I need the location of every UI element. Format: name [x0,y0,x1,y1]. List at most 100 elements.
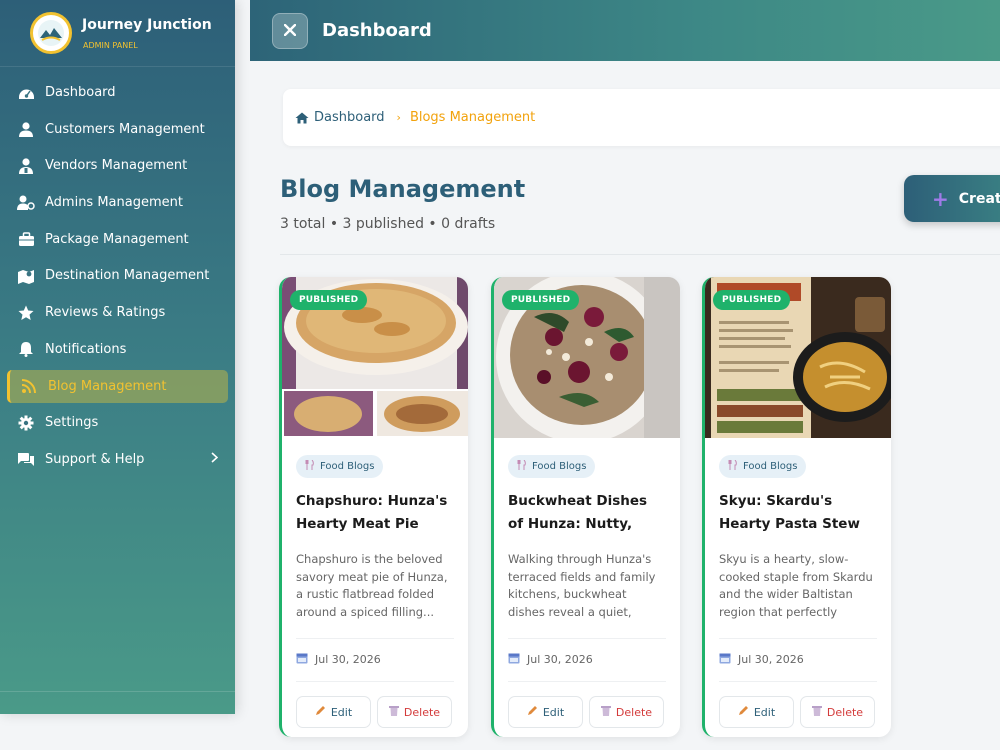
blog-date-label: Jul 30, 2026 [738,653,804,666]
pencil-icon [738,705,749,719]
category-tag[interactable]: Food Blogs [508,455,596,478]
chevron-right-icon [211,452,219,467]
sidebar-item-blog[interactable]: Blog Management [7,369,228,403]
breadcrumb-home-label: Dashboard [314,110,385,125]
admin-icon [16,194,36,212]
sidebar-item-support[interactable]: Support & Help [7,443,228,476]
edit-button[interactable]: Edit [508,696,583,728]
home-icon [295,112,309,124]
delete-label: Delete [403,705,441,719]
star-icon [16,304,36,322]
blog-date: Jul 30, 2026 [508,652,666,667]
brand-subtitle: ADMIN PANEL [83,40,138,50]
sidebar-item-label: Vendors Management [45,158,188,174]
trash-icon [811,705,822,719]
top-header: Dashboard [250,0,1000,61]
vendor-icon [16,157,36,175]
blog-title[interactable]: Skyu: Skardu's Hearty Pasta Stew [719,490,877,536]
sidebar-item-packages[interactable]: Package Management [7,223,228,256]
category-tag[interactable]: Food Blogs [296,455,384,478]
breadcrumb-home[interactable]: Dashboard [295,110,385,125]
delete-button[interactable]: Delete [800,696,875,728]
sidebar-item-customers[interactable]: Customers Management [7,113,228,146]
blog-date: Jul 30, 2026 [296,652,454,667]
edit-button[interactable]: Edit [719,696,794,728]
sidebar-item-label: Reviews & Ratings [45,305,166,321]
blog-date-label: Jul 30, 2026 [527,653,593,666]
pencil-icon [315,705,326,719]
card-divider [508,638,666,639]
sidebar-item-label: Support & Help [45,451,145,467]
section-divider [280,254,1000,255]
card-divider [719,638,877,639]
blog-card[interactable]: PUBLISHED Food Blogs Chapshuro: Hunza's … [279,277,468,737]
bell-icon [16,340,36,358]
sidebar-item-vendors[interactable]: Vendors Management [7,149,228,182]
map-icon [16,267,36,285]
breadcrumb: Dashboard › Blogs Management [283,89,1000,146]
blog-card-image[interactable]: PUBLISHED [494,277,680,438]
edit-label: Edit [542,705,565,719]
blog-date-label: Jul 30, 2026 [315,653,381,666]
sidebar-item-label: Settings [45,415,99,431]
card-divider [508,681,666,682]
sidebar-item-label: Notifications [45,341,127,357]
blog-date: Jul 30, 2026 [719,652,877,667]
blog-title[interactable]: Chapshuro: Hunza's Hearty Meat Pie [296,490,454,536]
category-label: Food Blogs [532,461,587,472]
trash-icon [600,705,611,719]
category-tag[interactable]: Food Blogs [719,455,807,478]
utensils-icon [728,459,738,473]
calendar-icon [508,652,520,667]
brand-logo [30,12,72,54]
brand[interactable]: Journey Junction ADMIN PANEL [0,0,235,67]
sidebar-item-label: Customers Management [45,121,205,137]
sidebar-item-destinations[interactable]: Destination Management [7,259,228,292]
blog-card[interactable]: PUBLISHED Food Blogs Skyu: Skardu's Hear… [702,277,891,737]
card-divider [296,681,454,682]
close-icon [283,21,297,40]
pencil-icon [527,705,538,719]
blog-card[interactable]: PUBLISHED Food Blogs Buckwheat Dishes of… [491,277,680,737]
dashboard-icon [16,84,36,102]
package-icon [16,230,36,248]
user-icon [16,120,36,138]
sidebar-item-dashboard[interactable]: Dashboard [7,76,228,109]
card-divider [719,681,877,682]
gear-icon [16,414,36,432]
blog-title[interactable]: Buckwheat Dishes of Hunza: Nutty, Heart.… [508,490,666,536]
edit-label: Edit [753,705,776,719]
plus-icon: + [932,186,949,211]
create-blog-button[interactable]: + Create [904,175,1000,222]
blog-card-image[interactable]: PUBLISHED [282,277,468,438]
sidebar-item-notifications[interactable]: Notifications [7,333,228,366]
edit-button[interactable]: Edit [296,696,371,728]
trash-icon [388,705,399,719]
sidebar: Journey Junction ADMIN PANEL Dashboard C… [0,0,235,714]
status-badge: PUBLISHED [713,290,791,310]
close-sidebar-button[interactable] [272,12,308,49]
sidebar-item-reviews[interactable]: Reviews & Ratings [7,296,228,329]
delete-label: Delete [826,705,864,719]
sidebar-item-label: Package Management [45,231,189,247]
utensils-icon [517,459,527,473]
sidebar-item-admins[interactable]: Admins Management [7,186,228,219]
delete-label: Delete [615,705,653,719]
blog-card-image[interactable]: PUBLISHED [705,277,891,438]
breadcrumb-separator: › [396,111,401,124]
category-label: Food Blogs [320,461,375,472]
chat-icon [16,450,36,468]
sidebar-item-label: Dashboard [45,85,116,100]
status-badge: PUBLISHED [290,290,368,310]
card-divider [296,638,454,639]
create-button-label: Create [958,190,1000,207]
sidebar-item-settings[interactable]: Settings [7,406,228,439]
breadcrumb-current: Blogs Management [409,110,536,125]
blog-icon [19,377,39,395]
blog-excerpt: Skyu is a hearty, slow-cooked staple fro… [719,552,873,619]
edit-label: Edit [330,705,353,719]
delete-button[interactable]: Delete [377,696,452,728]
delete-button[interactable]: Delete [589,696,664,728]
category-label: Food Blogs [743,461,798,472]
sidebar-footer-divider [0,691,235,692]
